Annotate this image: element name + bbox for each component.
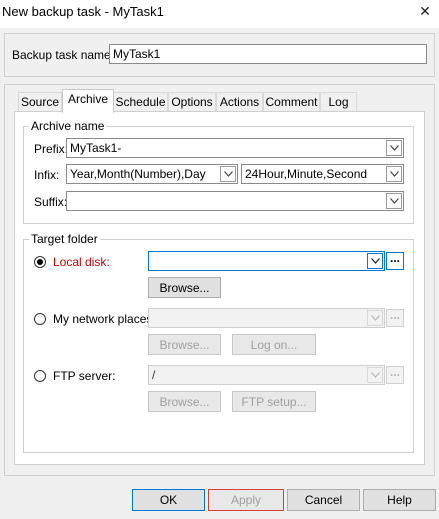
chevron-down-icon[interactable] (367, 310, 383, 326)
network-places-label: My network places: (53, 312, 156, 326)
cancel-button[interactable]: Cancel (287, 489, 360, 511)
network-browse-button[interactable]: Browse... (148, 334, 221, 355)
archive-name-group-title: Archive name (29, 119, 107, 133)
local-disk-label: Local disk: (53, 255, 110, 269)
infix-label: Infix: (34, 168, 60, 182)
tab-comment[interactable]: Comment (263, 92, 320, 112)
chevron-down-icon[interactable] (386, 140, 402, 156)
tab-archive[interactable]: Archive (62, 89, 114, 113)
ftp-browse-button[interactable]: Browse... (148, 391, 221, 412)
prefix-select[interactable]: MyTask1- (66, 138, 404, 158)
infix-date-value: Year,Month(Number),Day (70, 167, 206, 181)
tab-log[interactable]: Log (320, 92, 357, 112)
ftp-server-select[interactable]: / (148, 365, 385, 385)
ftp-setup-button[interactable]: FTP setup... (232, 391, 316, 412)
help-button[interactable]: Help (363, 489, 436, 511)
tab-schedule[interactable]: Schedule (113, 92, 168, 112)
local-disk-select[interactable] (148, 251, 385, 271)
tab-log-label: Log (328, 95, 349, 109)
task-name-input[interactable]: MyTask1 (109, 44, 427, 64)
infix-time-value: 24Hour,Minute,Second (245, 167, 368, 181)
chevron-down-icon[interactable] (220, 166, 236, 182)
tab-actions-label: Actions (219, 95, 260, 109)
target-folder-group-title: Target folder (29, 232, 100, 246)
ftp-server-value: / (152, 368, 156, 382)
network-logon-button[interactable]: Log on... (232, 334, 316, 355)
task-name-label: Backup task name: (12, 48, 115, 62)
chevron-down-icon[interactable] (386, 166, 402, 182)
local-disk-browse-ellipsis-button[interactable]: ... (386, 252, 404, 270)
chevron-down-icon[interactable] (386, 193, 402, 209)
local-disk-browse-button[interactable]: Browse... (148, 277, 221, 298)
chevron-down-icon[interactable] (367, 253, 383, 269)
chevron-down-icon[interactable] (367, 367, 383, 383)
task-name-value: MyTask1 (113, 47, 161, 61)
infix-time-select[interactable]: 24Hour,Minute,Second (241, 164, 404, 184)
close-icon[interactable]: ✕ (411, 0, 439, 24)
ftp-browse-ellipsis-button[interactable]: ... (386, 366, 404, 384)
tab-source[interactable]: Source (18, 92, 62, 112)
network-places-select[interactable] (148, 308, 385, 328)
network-places-radio[interactable] (34, 313, 46, 325)
network-browse-ellipsis-button[interactable]: ... (386, 309, 404, 327)
suffix-select[interactable] (66, 191, 404, 211)
tab-archive-label: Archive (67, 92, 108, 106)
ftp-server-radio[interactable] (34, 370, 46, 382)
suffix-label: Suffix: (34, 195, 68, 209)
ftp-server-label: FTP server: (53, 369, 116, 383)
local-disk-radio[interactable] (34, 256, 46, 268)
apply-button[interactable]: Apply (208, 489, 284, 511)
tab-schedule-label: Schedule (115, 95, 166, 109)
tab-options[interactable]: Options (168, 92, 216, 112)
title-bar: New backup task - MyTask1 ✕ (0, 0, 439, 28)
ok-button[interactable]: OK (132, 489, 205, 511)
tab-options-label: Options (171, 95, 213, 109)
tab-actions[interactable]: Actions (216, 92, 263, 112)
infix-date-select[interactable]: Year,Month(Number),Day (66, 164, 238, 184)
tab-comment-label: Comment (265, 95, 318, 109)
window-title: New backup task - MyTask1 (2, 4, 164, 19)
tab-source-label: Source (20, 95, 60, 109)
prefix-label: Prefix: (34, 142, 69, 156)
prefix-value: MyTask1- (70, 141, 122, 155)
